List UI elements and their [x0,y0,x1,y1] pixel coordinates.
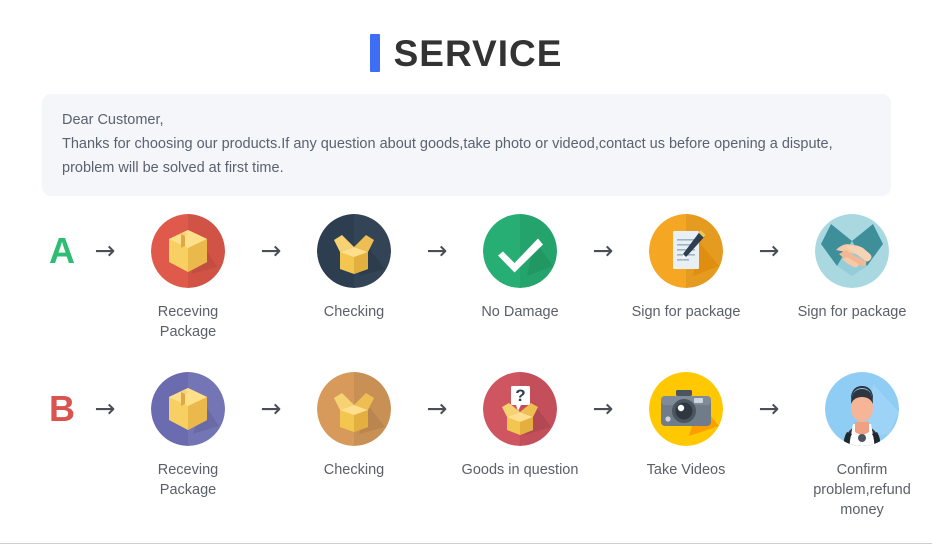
step-label: Sign for package [797,304,907,320]
arrow-icon: → [94,236,116,265]
step-label: Checking [323,304,385,320]
notice-line-2: Thanks for choosing our products.If any … [62,136,833,152]
bottom-divider [0,543,932,544]
step-label: Receving Package [157,462,219,498]
step-label: Checking [323,462,385,478]
flow-step-b3[interactable]: ? Goods in question [460,372,580,480]
flow-step-b1[interactable]: Receving Package [128,372,248,500]
open-box-icon [317,214,391,288]
flow-step-a5[interactable]: Sign for package [792,214,912,322]
flow-step-a2[interactable]: Checking [294,214,414,322]
svg-text:?: ? [515,386,525,405]
document-pen-icon [649,214,723,288]
open-box-icon [317,372,391,446]
arrow-icon: → [592,394,614,423]
page-title: SERVICE [0,0,932,82]
support-person-icon [825,372,899,446]
flow-step-a4[interactable]: Sign for package [626,214,746,322]
service-page: SERVICE Dear Customer, Thanks for choosi… [0,0,932,550]
question-box-icon: ? [483,372,557,446]
step-label: No Damage [481,304,559,320]
flow-step-b2[interactable]: Checking [294,372,414,480]
flow-step-b4[interactable]: Take Videos [626,372,746,480]
handshake-icon [815,214,889,288]
title-accent-bar [369,34,380,72]
arrow-icon: → [426,236,448,265]
step-label: Take Videos [646,462,726,478]
page-title-text: SERVICE [393,32,563,74]
flow-row-b: B → Receving Package → Checking → ? Good… [42,372,911,520]
arrow-icon: → [592,236,614,265]
flow-letter-a: A [49,230,75,271]
arrow-icon: → [260,236,282,265]
checkmark-icon [483,214,557,288]
flow-letter-b: B [49,388,75,429]
flow-step-a3[interactable]: No Damage [460,214,580,322]
package-box-icon [151,214,225,288]
flow-row-a: A → Receving Package → Checking → No Dam… [42,214,906,342]
arrow-icon: → [758,394,780,423]
arrow-icon: → [758,236,780,265]
camera-icon [649,372,723,446]
flow-step-b5[interactable]: Confirm problem,refund money [792,372,932,520]
notice-line-1: Dear Customer, [62,112,164,128]
step-label: Goods in question [461,462,579,478]
notice-line-3: problem will be solved at first time. [62,160,284,176]
arrow-icon: → [94,394,116,423]
arrow-icon: → [426,394,448,423]
flow-step-a1[interactable]: Receving Package [128,214,248,342]
step-label: Confirm problem,refund money [813,462,911,518]
step-label: Sign for package [631,304,741,320]
step-label: Receving Package [157,304,219,340]
arrow-icon: → [260,394,282,423]
customer-notice-box: Dear Customer, Thanks for choosing our p… [42,94,891,196]
package-box-icon [151,372,225,446]
